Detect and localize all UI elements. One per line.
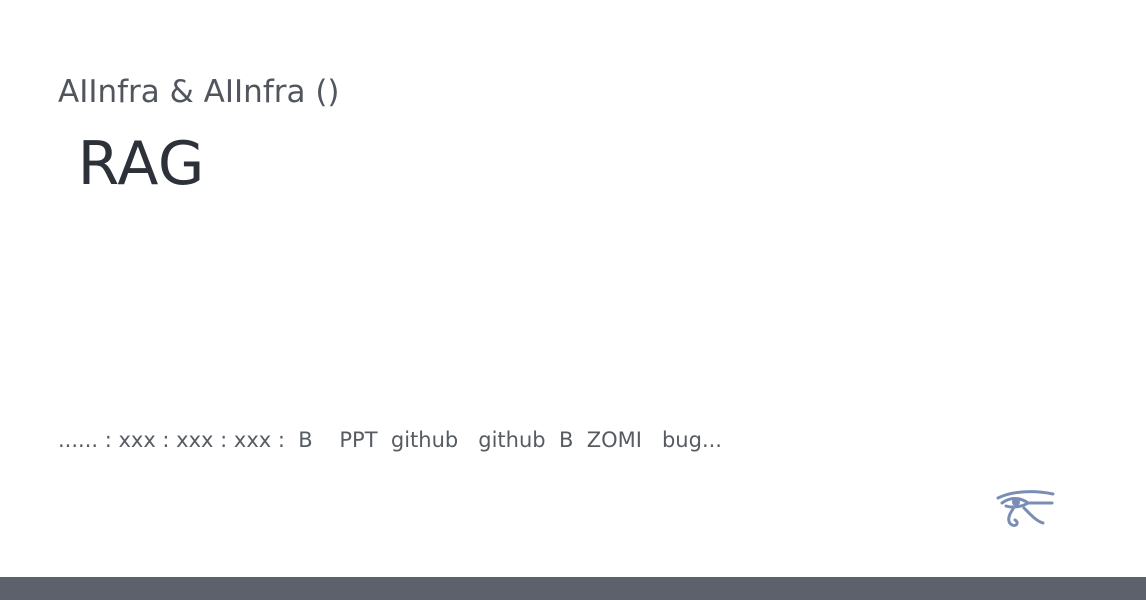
site-name: AIInfra & AIInfra (￼￼￼￼￼￼￼)	[58, 74, 340, 110]
eye-of-horus-icon	[996, 490, 1055, 527]
page-description: ￼￼￼￼￼￼￼￼￼...... ￼￼￼￼: xxx ￼￼￼￼: xxx ￼￼￼￼…	[58, 428, 722, 452]
link-preview-card: AIInfra & AIInfra (￼￼￼￼￼￼￼) ￼￼￼￼￼￼￼ RAG …	[0, 0, 1146, 577]
footer-bar	[0, 577, 1146, 600]
page-title: ￼￼￼￼￼￼￼ RAG ￼	[58, 129, 225, 199]
